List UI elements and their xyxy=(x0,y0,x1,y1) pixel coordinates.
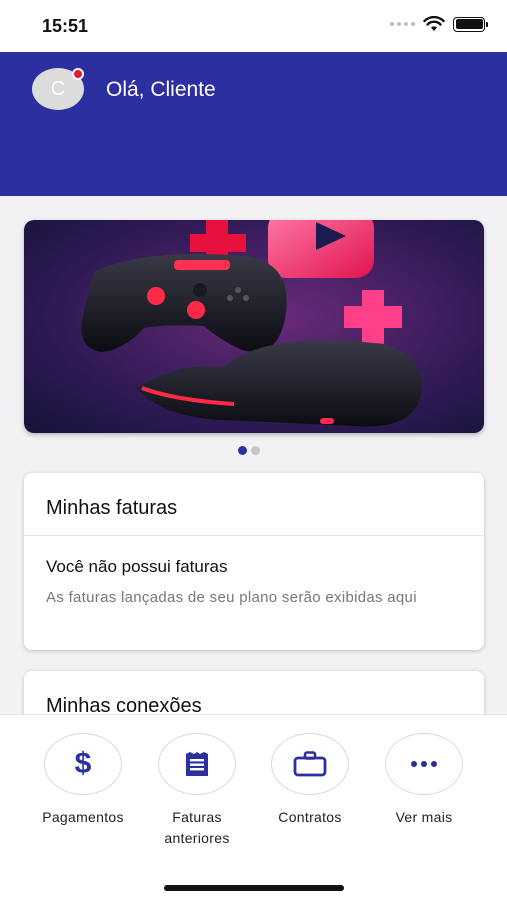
faturas-card: Minhas faturas Você não possui faturas A… xyxy=(24,473,484,650)
nav-contratos-button[interactable] xyxy=(271,733,349,795)
faturas-empty-title: Você não possui faturas xyxy=(46,557,228,576)
battery-icon xyxy=(453,16,488,32)
briefcase-icon xyxy=(293,751,327,777)
more-icon xyxy=(411,761,437,767)
status-bar: 15:51 xyxy=(0,0,507,52)
nav-faturas-anteriores[interactable]: Faturas anteriores xyxy=(142,733,252,849)
status-icons xyxy=(390,16,488,32)
carousel-pagination xyxy=(238,446,260,455)
nav-label: Pagamentos xyxy=(42,809,124,825)
notification-badge xyxy=(72,68,84,80)
faturas-card-title: Minhas faturas xyxy=(46,497,178,519)
nav-faturas-button[interactable] xyxy=(158,733,236,795)
signal-icon xyxy=(390,22,415,26)
nav-ver-mais-button[interactable] xyxy=(385,733,463,795)
faturas-empty-description: As faturas lançadas de seu plano serão e… xyxy=(46,589,417,606)
bottom-nav: $ Pagamentos Faturas anteriores Contrato… xyxy=(0,714,507,900)
nav-label: Ver mais xyxy=(395,809,453,825)
app-header: C Olá, Cliente xyxy=(0,52,507,196)
wifi-icon xyxy=(423,16,445,31)
avatar-initial: C xyxy=(50,77,66,100)
nav-ver-mais[interactable]: Ver mais xyxy=(369,733,479,828)
status-time: 15:51 xyxy=(42,16,89,36)
carousel-dot-2[interactable] xyxy=(251,446,260,455)
nav-label: Faturas anteriores xyxy=(164,809,230,846)
greeting-text: Olá, Cliente xyxy=(106,78,216,101)
nav-pagamentos[interactable]: $ Pagamentos xyxy=(28,733,138,828)
avatar[interactable]: C xyxy=(32,68,84,110)
receipt-icon xyxy=(186,752,208,776)
nav-label: Contratos xyxy=(278,809,342,825)
card-divider xyxy=(24,535,484,536)
promo-banner[interactable] xyxy=(24,220,484,433)
nav-contratos[interactable]: Contratos xyxy=(255,733,365,828)
nav-pagamentos-button[interactable]: $ xyxy=(44,733,122,795)
banner-image xyxy=(24,220,484,433)
dollar-icon: $ xyxy=(74,747,92,780)
carousel-dot-1[interactable] xyxy=(238,446,247,455)
home-indicator xyxy=(164,885,344,891)
